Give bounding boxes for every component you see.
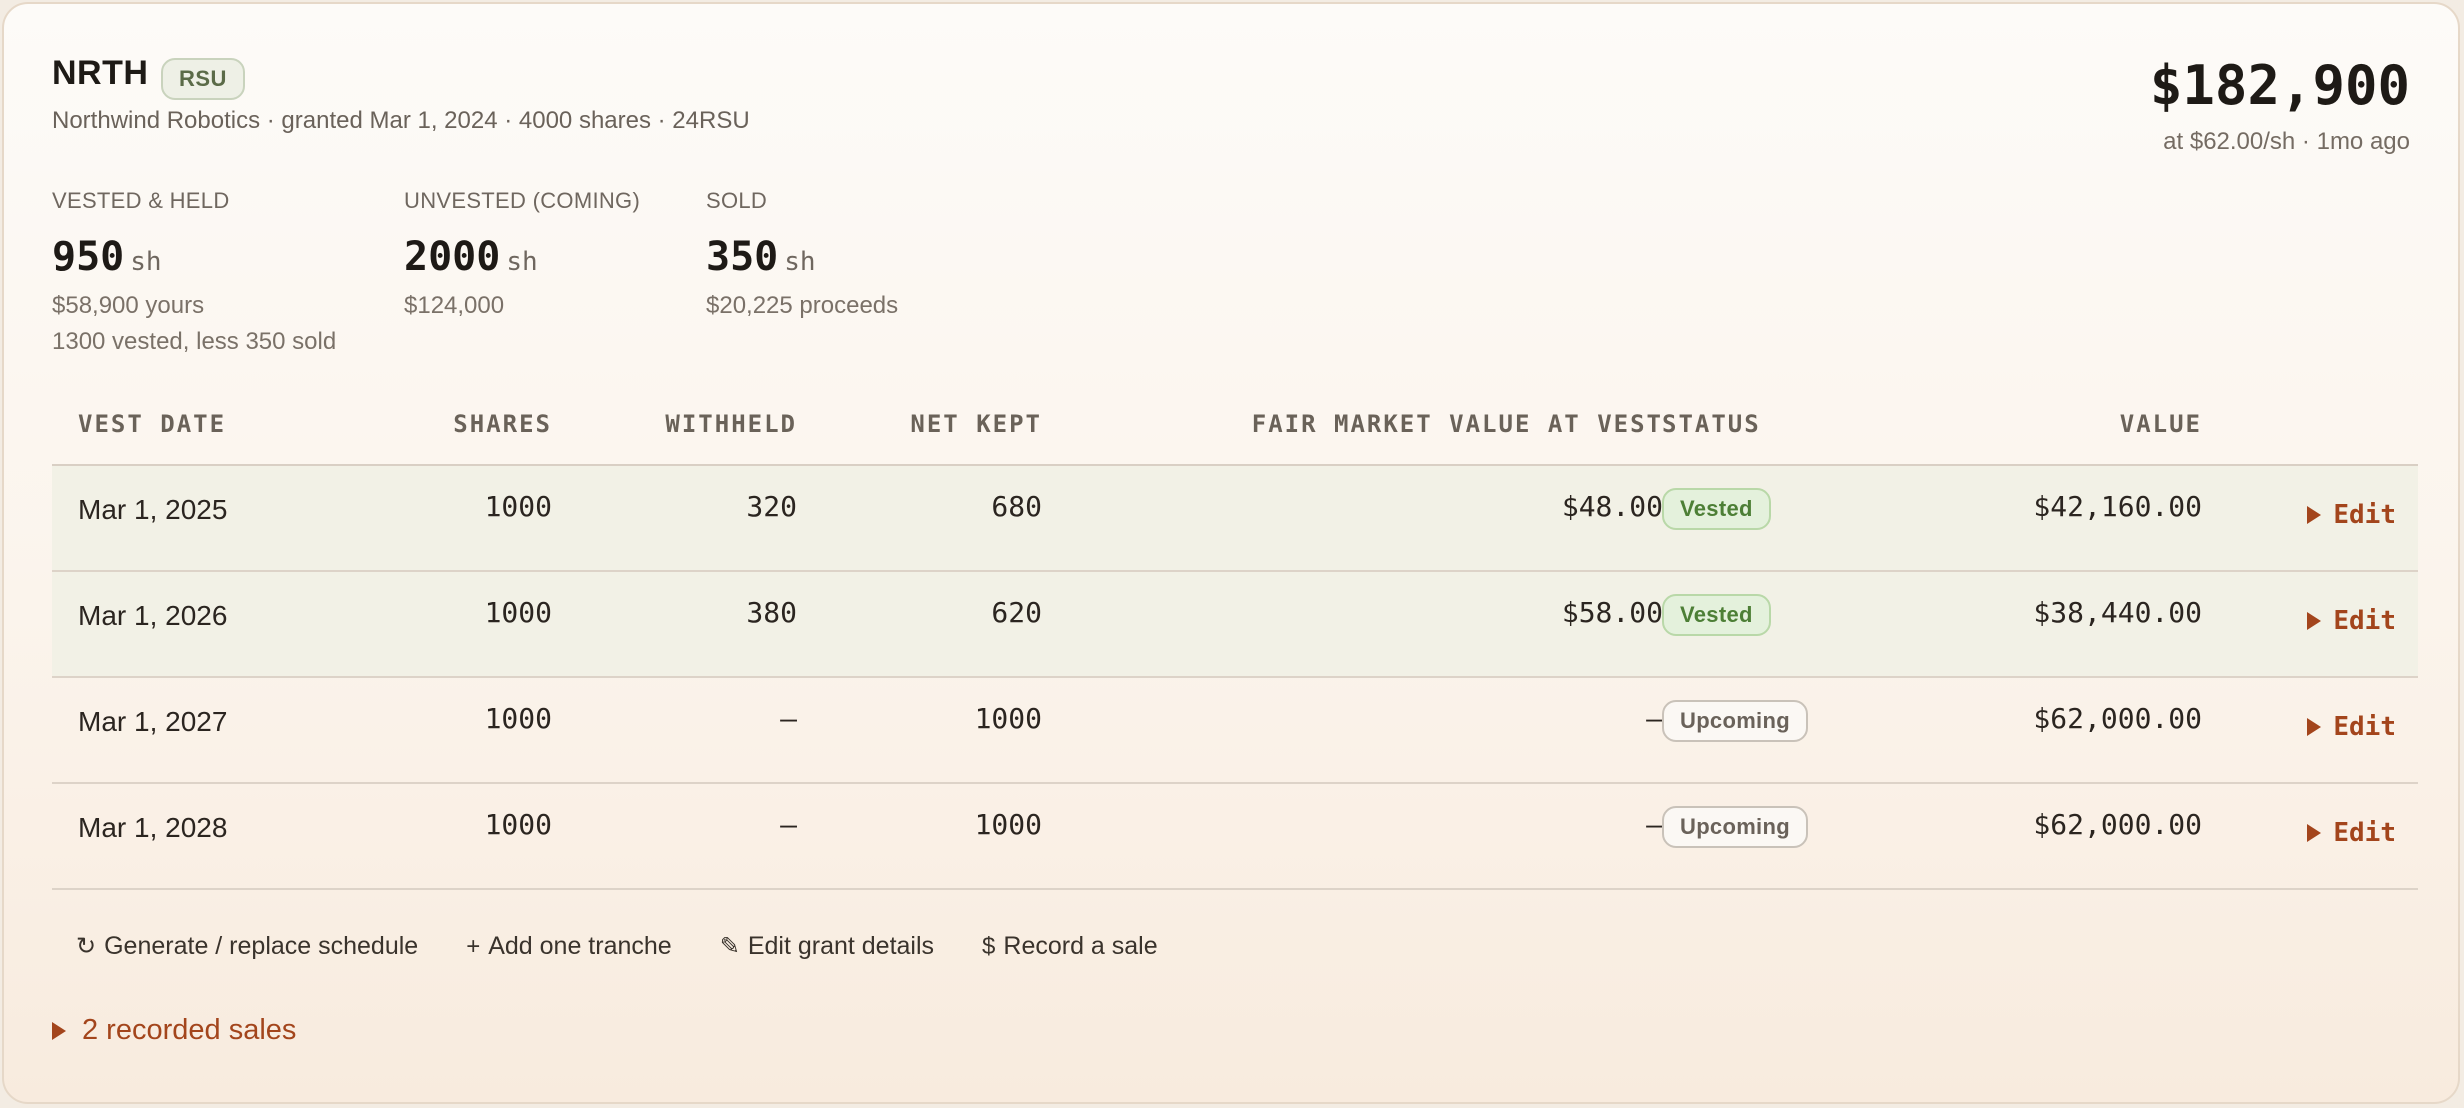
cell-shares: 1000	[484, 808, 552, 841]
stat-sold: SOLD 350 sh $20,225 proceeds	[706, 188, 898, 324]
edit-grant-button[interactable]: ✎ Edit grant details	[696, 920, 958, 973]
edit-button[interactable]: Edit	[2307, 818, 2396, 848]
action-label: Generate / replace schedule	[104, 932, 419, 960]
cell-net-kept: 1000	[974, 808, 1042, 841]
stat-value: 950 sh	[52, 234, 162, 280]
plus-icon: +	[466, 932, 481, 960]
cell-vest-date: Mar 1, 2026	[78, 600, 228, 631]
stat-unvested: UNVESTED (COMING) 2000 sh $124,000	[404, 188, 640, 324]
table-row: Mar 1, 2027 1000 — 1000 — Upcoming $62,0…	[52, 678, 2418, 784]
cell-vest-date: Mar 1, 2027	[78, 706, 228, 737]
status-badge: Upcoming	[1662, 700, 1808, 742]
cell-withheld: 380	[746, 596, 797, 629]
vest-schedule-table: VEST DATE SHARES WITHHELD NET KEPT FAIR …	[52, 396, 2418, 890]
cell-value: $62,000.00	[2033, 808, 2202, 841]
pencil-icon: ✎	[719, 933, 740, 960]
header-value: VALUE	[2119, 410, 2202, 438]
table-row: Mar 1, 2026 1000 380 620 $58.00 Vested $…	[52, 572, 2418, 678]
edit-button[interactable]: Edit	[2307, 500, 2396, 530]
header-withheld: WITHHELD	[665, 410, 797, 438]
cell-withheld: —	[780, 702, 797, 735]
stat-sub: $20,225 proceeds	[706, 292, 899, 319]
total-value: $182,900	[2149, 54, 2410, 117]
cell-fmv: —	[1646, 808, 1663, 841]
grant-subtitle: Northwind Robotics · granted Mar 1, 2024…	[52, 107, 750, 134]
action-label: Add one tranche	[488, 932, 672, 960]
cell-shares: 1000	[484, 490, 552, 523]
record-sale-button[interactable]: $ Record a sale	[958, 920, 1182, 973]
cell-fmv: $58.00	[1561, 596, 1663, 629]
header-status: STATUS	[1662, 410, 1761, 438]
price-note: at $62.00/sh · 1mo ago	[2163, 128, 2410, 155]
cell-vest-date: Mar 1, 2028	[78, 812, 228, 843]
stat-vested-held: VESTED & HELD 950 sh $58,900 yours 1300 v…	[52, 188, 336, 360]
cell-net-kept: 1000	[974, 702, 1042, 735]
status-badge: Upcoming	[1662, 806, 1808, 848]
cell-shares: 1000	[484, 596, 552, 629]
cell-shares: 1000	[484, 702, 552, 735]
header-net-kept: NET KEPT	[910, 410, 1042, 438]
recorded-sales-toggle[interactable]: 2 recorded sales	[52, 1014, 296, 1047]
stat-sub: $124,000	[404, 292, 505, 319]
grant-ticker: NRTH	[52, 54, 149, 92]
grant-type-badge: RSU	[161, 58, 245, 100]
add-tranche-button[interactable]: + Add one tranche	[442, 920, 696, 973]
status-badge: Vested	[1662, 594, 1771, 636]
stat-value: 2000 sh	[404, 234, 538, 280]
cell-fmv: $48.00	[1561, 490, 1663, 523]
recorded-sales-label: 2 recorded sales	[82, 1014, 297, 1046]
cell-value: $42,160.00	[2033, 490, 2202, 523]
caret-right-icon	[52, 1021, 66, 1040]
edit-button[interactable]: Edit	[2307, 606, 2396, 636]
stat-value: 350 sh	[706, 234, 816, 280]
cell-value: $62,000.00	[2033, 702, 2202, 735]
caret-right-icon	[2307, 506, 2322, 524]
refresh-icon: ↻	[76, 933, 97, 960]
cell-fmv: —	[1646, 702, 1663, 735]
edit-button[interactable]: Edit	[2307, 712, 2396, 742]
cell-net-kept: 620	[991, 596, 1042, 629]
header-fmv: FAIR MARKET VALUE AT VEST	[1251, 410, 1663, 438]
table-row: Mar 1, 2025 1000 320 680 $48.00 Vested $…	[52, 466, 2418, 572]
action-label: Record a sale	[1003, 932, 1158, 960]
status-badge: Vested	[1662, 488, 1771, 530]
cell-withheld: —	[780, 808, 797, 841]
stat-label: UNVESTED (COMING)	[404, 188, 641, 213]
table-row: Mar 1, 2028 1000 — 1000 — Upcoming $62,0…	[52, 784, 2418, 890]
caret-right-icon	[2307, 824, 2322, 842]
caret-right-icon	[2307, 718, 2322, 736]
header-shares: SHARES	[453, 410, 552, 438]
dollar-icon: $	[982, 932, 996, 960]
action-bar: ↻ Generate / replace schedule + Add one …	[52, 920, 1182, 973]
stat-label: SOLD	[706, 188, 768, 213]
table-header: VEST DATE SHARES WITHHELD NET KEPT FAIR …	[52, 396, 2418, 466]
caret-right-icon	[2307, 612, 2322, 630]
header-vest-date: VEST DATE	[78, 410, 227, 438]
grant-card: NRTH RSU Northwind Robotics · granted Ma…	[2, 2, 2460, 1104]
cell-net-kept: 680	[991, 490, 1042, 523]
cell-vest-date: Mar 1, 2025	[78, 494, 228, 525]
cell-value: $38,440.00	[2033, 596, 2202, 629]
stat-sub-detail: 1300 vested, less 350 sold	[52, 328, 337, 355]
action-label: Edit grant details	[747, 932, 935, 960]
stat-label: VESTED & HELD	[52, 188, 230, 213]
cell-withheld: 320	[746, 490, 797, 523]
generate-schedule-button[interactable]: ↻ Generate / replace schedule	[52, 920, 442, 973]
stat-sub: $58,900 yours	[52, 292, 205, 319]
